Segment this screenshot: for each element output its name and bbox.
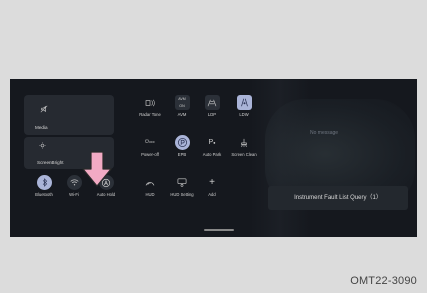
ldp-label: LDP — [207, 112, 217, 117]
brightness-icon — [39, 142, 46, 151]
radar-tone-icon — [143, 95, 158, 110]
epb-tile[interactable]: EPB — [168, 135, 196, 157]
bluetooth-toggle[interactable]: Bluetooth — [30, 175, 58, 197]
media-label: Media — [35, 125, 48, 130]
ldw-icon — [236, 95, 252, 110]
hud-icon — [143, 175, 158, 190]
avm-tile[interactable]: AVM ON AVM — [168, 95, 196, 117]
wifi-icon — [66, 175, 82, 190]
bluetooth-icon — [36, 175, 52, 190]
wifi-label: Wi-Fi — [69, 192, 79, 197]
add-icon: + — [209, 177, 215, 188]
auto-hold-label: Auto Hold — [96, 192, 116, 197]
avm-icon: AVM ON — [174, 95, 190, 110]
radar-tone-label: Radar Tone — [139, 112, 161, 117]
epb-icon — [174, 135, 190, 150]
no-message-text: No message — [310, 130, 339, 136]
callout-arrow — [82, 151, 112, 187]
hud-setting-icon — [175, 175, 190, 190]
radar-tone-tile[interactable]: Radar Tone — [136, 95, 164, 117]
hud-setting-label: HUD Setting — [170, 192, 194, 197]
screen-bright-label: ScreenBright — [37, 160, 64, 165]
ldw-label: LDW — [239, 112, 249, 117]
screen-clean-tile[interactable]: Screen Clean — [230, 135, 258, 157]
avm-label: AVM — [177, 112, 187, 117]
figure-code: OMT22-3090 — [350, 275, 417, 287]
hud-label: HUD — [145, 192, 155, 197]
ldp-icon — [204, 95, 220, 110]
hud-setting-tile[interactable]: HUD Setting — [168, 175, 196, 197]
auto-park-tile[interactable]: P● Auto Park — [198, 135, 226, 157]
auto-park-label: Auto Park — [202, 152, 222, 157]
power-off-tile[interactable]: ⏻OFF Power-off — [136, 135, 164, 157]
media-volume-slider[interactable]: Media — [24, 95, 114, 135]
ldw-tile[interactable]: LDW — [230, 95, 258, 117]
hud-tile[interactable]: HUD — [136, 175, 164, 197]
epb-label: EPB — [177, 152, 187, 157]
power-off-icon: ⏻OFF — [145, 139, 155, 145]
control-center-screen: Media ScreenBright Bluetooth Wi-Fi Auto … — [10, 79, 417, 237]
auto-park-icon: P● — [208, 139, 216, 146]
power-off-label: Power-off — [141, 152, 159, 157]
bluetooth-label: Bluetooth — [35, 192, 53, 197]
instrument-fault-list-button[interactable]: Instrument Fault List Query（1） — [268, 186, 408, 210]
screen-clean-icon — [237, 135, 252, 150]
screen-clean-label: Screen Clean — [231, 152, 257, 157]
mute-icon — [40, 105, 48, 115]
ldp-tile[interactable]: LDP — [198, 95, 226, 117]
add-tile[interactable]: + Add — [198, 175, 226, 197]
drag-handle[interactable] — [204, 229, 234, 231]
add-label: Add — [208, 192, 216, 197]
background-glow — [250, 79, 310, 237]
